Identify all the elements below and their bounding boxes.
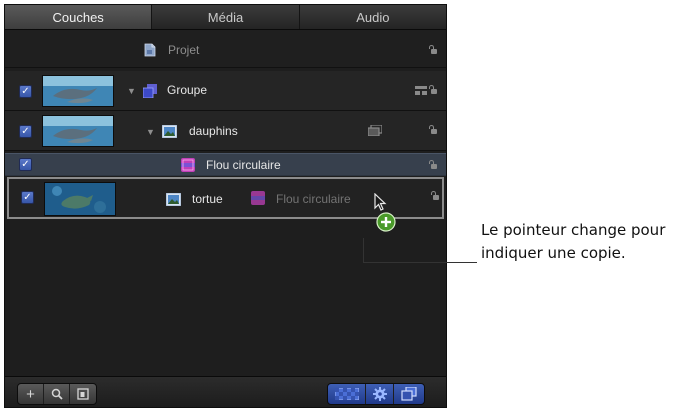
layers-panel: Couches Média Audio Projet ✓ ▼ Groupe ✓ …	[4, 4, 447, 408]
filter-icon	[181, 158, 195, 172]
layer-name: Projet	[168, 43, 200, 57]
tab-media[interactable]: Média	[152, 5, 300, 29]
image-layer-icon	[166, 193, 181, 206]
lock-icon[interactable]	[429, 85, 437, 94]
lock-icon[interactable]	[429, 125, 437, 134]
filter-badge-icon[interactable]	[368, 125, 382, 136]
tab-label: Audio	[356, 9, 390, 25]
visibility-checkbox[interactable]: ✓	[19, 85, 32, 98]
image-layer-icon	[162, 125, 177, 138]
group-options-icon[interactable]	[415, 86, 427, 95]
tab-bar: Couches Média Audio	[5, 5, 446, 30]
lock-icon[interactable]	[429, 160, 437, 169]
visibility-checkbox[interactable]: ✓	[21, 191, 34, 204]
group-icon	[143, 84, 157, 98]
layer-row-dauphins[interactable]: ✓ ▼ dauphins	[5, 111, 446, 151]
tab-couches[interactable]: Couches	[5, 5, 153, 29]
callout-leader-horizontal	[363, 262, 477, 263]
drag-preview-label: Flou circulaire	[276, 192, 351, 206]
visibility-checkbox[interactable]: ✓	[19, 158, 32, 171]
layer-name: Flou circulaire	[206, 158, 281, 172]
bottom-toolbar: +	[5, 376, 446, 407]
add-icon[interactable]: +	[18, 384, 44, 404]
layer-row-flou-circulaire[interactable]: ✓ Flou circulaire	[5, 153, 446, 176]
visibility-checkbox[interactable]: ✓	[19, 125, 32, 138]
frame-icon[interactable]	[70, 384, 96, 404]
pointer-cursor-icon	[374, 193, 387, 211]
disclosure-triangle-icon[interactable]: ▼	[146, 127, 155, 137]
layer-name: tortue	[192, 192, 223, 206]
gear-icon[interactable]	[366, 384, 394, 404]
lock-icon[interactable]	[429, 45, 437, 54]
right-button-group	[327, 383, 425, 405]
layer-thumbnail	[42, 115, 114, 147]
callout-text: Le pointeur change pour indiquer une cop…	[481, 221, 666, 262]
lock-icon[interactable]	[431, 191, 439, 200]
disclosure-triangle-icon[interactable]: ▼	[127, 86, 136, 96]
checkerboard-icon[interactable]	[328, 384, 366, 404]
tab-label: Couches	[52, 9, 104, 25]
layer-name: Groupe	[167, 83, 208, 97]
filter-icon	[251, 191, 265, 205]
left-button-group: +	[17, 383, 97, 405]
tab-label: Média	[207, 9, 244, 25]
layer-thumbnail	[42, 75, 114, 107]
tab-audio[interactable]: Audio	[300, 5, 446, 29]
copy-badge-icon	[376, 212, 396, 232]
project-document-icon	[144, 43, 156, 57]
callout-leader-vertical	[363, 238, 364, 262]
layer-row-project[interactable]: Projet	[5, 30, 446, 68]
layer-row-group[interactable]: ✓ ▼ Groupe	[5, 71, 446, 111]
search-icon[interactable]	[44, 384, 70, 404]
layer-thumbnail	[44, 182, 116, 216]
stack-icon[interactable]	[394, 384, 424, 404]
layer-name: dauphins	[189, 124, 238, 138]
